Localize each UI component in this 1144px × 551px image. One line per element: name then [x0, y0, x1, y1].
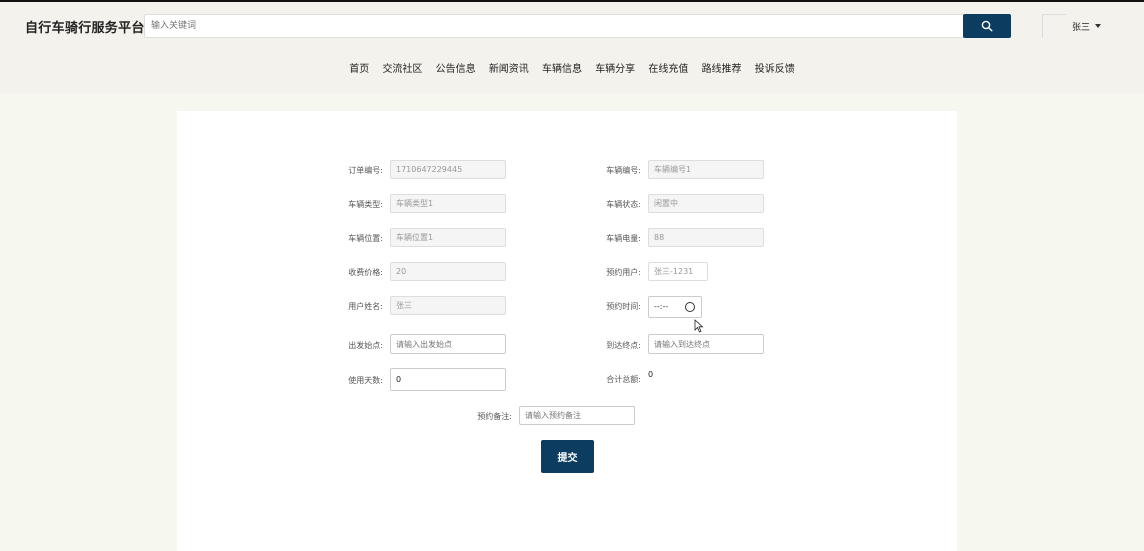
order-no-field [390, 160, 506, 179]
booking-time-label: 预约时间: [606, 302, 641, 311]
vehicle-type-field [390, 194, 506, 213]
vehicle-location-label: 车辆位置: [348, 234, 383, 243]
vehicle-no-field [648, 160, 764, 179]
vehicle-location-field [390, 228, 506, 247]
avatar[interactable] [1042, 14, 1066, 38]
start-point-input[interactable] [390, 334, 506, 354]
booking-time-value: --:-- [654, 302, 669, 311]
end-point-input[interactable] [648, 334, 764, 354]
search-input[interactable] [144, 14, 964, 38]
days-label: 使用天数: [348, 376, 383, 385]
days-input[interactable] [390, 368, 506, 391]
vehicle-battery-field [648, 228, 764, 247]
vehicle-status-label: 车辆状态: [606, 200, 641, 209]
nav-item-community[interactable]: 交流社区 [382, 60, 422, 75]
price-label: 收费价格: [348, 268, 383, 277]
total-label: 合计总额: [606, 375, 641, 384]
nav-item-announcements[interactable]: 公告信息 [436, 60, 476, 75]
search-icon [981, 20, 993, 32]
remark-input[interactable] [519, 406, 635, 425]
booking-form-card [177, 111, 957, 551]
nav-item-recharge[interactable]: 在线充值 [648, 60, 688, 75]
site-header: 自行车骑行服务平台 张三 首页 交流社区 公告信息 新闻资讯 车辆信息 车辆分享… [0, 2, 1144, 93]
user-name[interactable]: 张三 [1072, 20, 1090, 33]
nav-item-news[interactable]: 新闻资讯 [489, 60, 529, 75]
remark-label: 预约备注: [477, 412, 512, 421]
vehicle-type-label: 车辆类型: [348, 200, 383, 209]
nav-item-vehicles[interactable]: 车辆信息 [542, 60, 582, 75]
nav-item-home[interactable]: 首页 [349, 60, 369, 75]
user-name-label: 用户姓名: [348, 302, 383, 311]
nav-item-vehicle-share[interactable]: 车辆分享 [595, 60, 635, 75]
price-field [390, 262, 506, 281]
vehicle-battery-label: 车辆电量: [606, 234, 641, 243]
site-title: 自行车骑行服务平台 [25, 21, 145, 36]
vehicle-no-label: 车辆编号: [606, 166, 641, 175]
nav-item-complaints[interactable]: 投诉反馈 [755, 60, 795, 75]
booking-time-input[interactable]: --:-- [648, 296, 702, 318]
booking-user-label: 预约用户: [606, 268, 641, 277]
nav-item-routes[interactable]: 路线推荐 [702, 60, 742, 75]
start-point-label: 出发始点: [348, 341, 383, 350]
end-point-label: 到达终点: [606, 341, 641, 350]
total-value: 0 [648, 370, 654, 379]
order-no-label: 订单编号: [348, 166, 383, 175]
chevron-down-icon[interactable] [1095, 24, 1101, 28]
clock-icon[interactable] [685, 302, 695, 312]
submit-button[interactable]: 提交 [541, 440, 594, 473]
main-nav: 首页 交流社区 公告信息 新闻资讯 车辆信息 车辆分享 在线充值 路线推荐 投诉… [0, 60, 1144, 75]
user-name-field [390, 296, 506, 315]
search-button[interactable] [963, 14, 1011, 38]
mouse-pointer-icon [694, 319, 704, 333]
vehicle-status-field [648, 194, 764, 213]
booking-user-field [648, 262, 708, 281]
